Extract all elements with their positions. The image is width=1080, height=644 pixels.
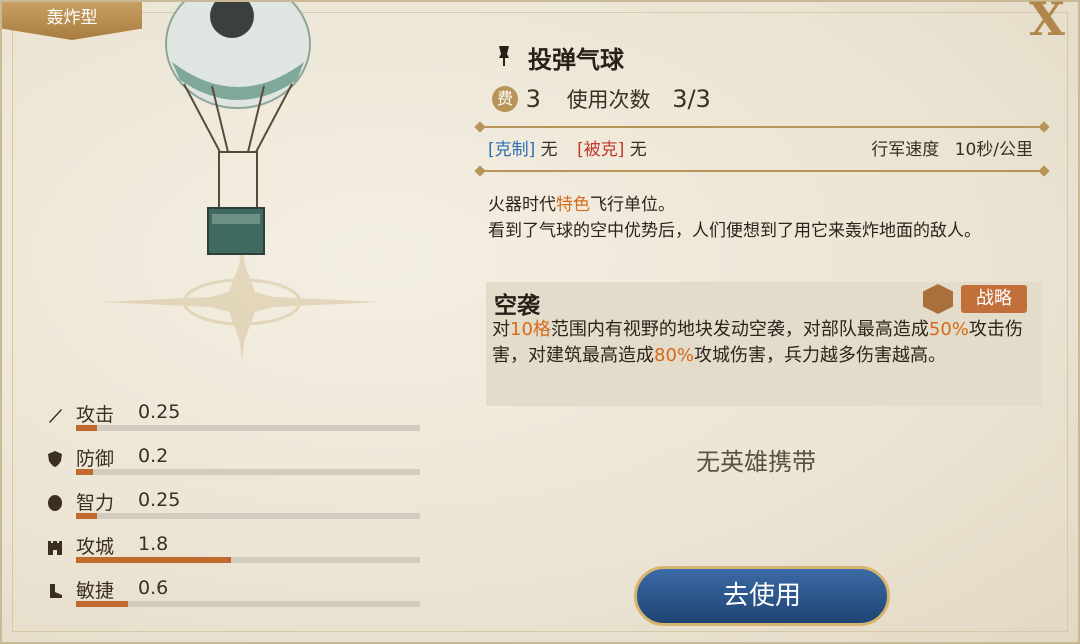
stat-bar-fill (76, 469, 94, 475)
countered-label: [被克] (577, 140, 625, 160)
skill-highlight: 80% (654, 345, 695, 366)
use-button[interactable]: 去使用 (634, 566, 890, 626)
skill-icon (923, 284, 953, 314)
stat-value: 0.6 (138, 577, 169, 599)
speed-label: 行军速度 (871, 140, 940, 160)
unit-description: 火器时代特色飞行单位。 看到了气球的空中优势后，人们便想到了用它来轰炸地面的敌人… (488, 192, 1044, 244)
hot-air-balloon (165, 2, 311, 255)
cost-row: 费 3 使用次数 3/3 (492, 84, 711, 114)
desc-highlight: 特色 (556, 195, 590, 215)
desc-text: 火器时代 (488, 195, 556, 215)
divider (480, 170, 1044, 172)
cost-value: 3 (525, 85, 541, 113)
sword-icon (49, 409, 62, 423)
stat-label: 防御 (76, 448, 115, 470)
stat-label: 攻城 (76, 536, 115, 558)
uses-value: 3/3 (672, 85, 711, 113)
skill-description: 对10格范围内有视野的地块发动空袭，对部队最高造成50%攻击伤害，对建筑最高造成… (492, 317, 1037, 369)
stat-bar-fill (76, 425, 97, 431)
stat-bar (76, 513, 420, 519)
uses-label: 使用次数 (566, 88, 651, 112)
skill-title: 空袭 (494, 293, 540, 319)
shield-icon (48, 451, 62, 467)
stats-panel: 攻击 0.25 防御 0.2 智力 0.25 攻城 1.8 敏捷 0.6 (46, 400, 426, 620)
compass-rose-emblem (102, 242, 382, 362)
brain-icon (48, 495, 62, 511)
skill-highlight: 10格 (510, 319, 551, 340)
speed-value: 10秒/公里 (954, 140, 1033, 160)
skill-card: 空袭 战略 对10格范围内有视野的地块发动空袭，对部队最高造成50%攻击伤害，对… (486, 282, 1042, 406)
stat-row: 攻城 1.8 (46, 532, 426, 576)
stat-value: 1.8 (138, 533, 169, 555)
counter-row: [克制] 无 [被克] 无 行军速度 10秒/公里 (488, 135, 1033, 160)
pin-icon (499, 46, 509, 66)
skill-text: 对 (492, 319, 510, 340)
stat-bar-fill (76, 601, 128, 607)
stat-bar (76, 469, 420, 475)
stat-bar (76, 425, 420, 431)
stat-label: 敏捷 (76, 580, 115, 602)
balloon-illustration (102, 2, 382, 362)
boot-icon (50, 584, 62, 598)
no-hero-text: 无英雄携带 (696, 448, 816, 476)
stat-bar-fill (76, 557, 231, 563)
desc-text: 看到了气球的空中优势后，人们便想到了用它来轰炸地面的敌人。 (488, 221, 981, 241)
skill-highlight: 50% (928, 319, 969, 340)
unit-name: 投弹气球 (528, 46, 624, 74)
castle-icon (48, 541, 62, 555)
stat-value: 0.2 (138, 445, 169, 467)
counter-label: [克制] (488, 140, 536, 160)
stat-row: 敏捷 0.6 (46, 576, 426, 620)
stat-row: 防御 0.2 (46, 444, 426, 488)
stat-label: 攻击 (76, 404, 115, 426)
stat-value: 0.25 (138, 401, 181, 423)
divider (480, 126, 1044, 128)
skill-type-tag: 战略 (961, 285, 1027, 313)
march-speed: 行军速度 10秒/公里 (871, 135, 1033, 160)
skill-text: 范围内有视野的地块发动空袭，对部队最高造成 (550, 319, 929, 340)
close-button[interactable]: X (1024, 0, 1070, 42)
stat-row: 攻击 0.25 (46, 400, 426, 444)
stat-row: 智力 0.25 (46, 488, 426, 532)
stat-label: 智力 (76, 492, 115, 514)
stat-value: 0.25 (138, 489, 181, 511)
counter-value: 无 (540, 140, 558, 160)
desc-text: 飞行单位。 (590, 195, 675, 215)
countered-value: 无 (629, 140, 647, 160)
stat-bar-fill (76, 513, 97, 519)
stat-bar (76, 557, 420, 563)
unit-detail-panel: 轰炸型 X 攻击 0.25 防御 0.2 智力 0.25 攻城 1.8 敏捷 0… (0, 0, 1080, 644)
cost-badge: 费 (492, 86, 518, 112)
skill-text: 攻城伤害，兵力越多伤害越高。 (694, 345, 947, 366)
stat-bar (76, 601, 420, 607)
